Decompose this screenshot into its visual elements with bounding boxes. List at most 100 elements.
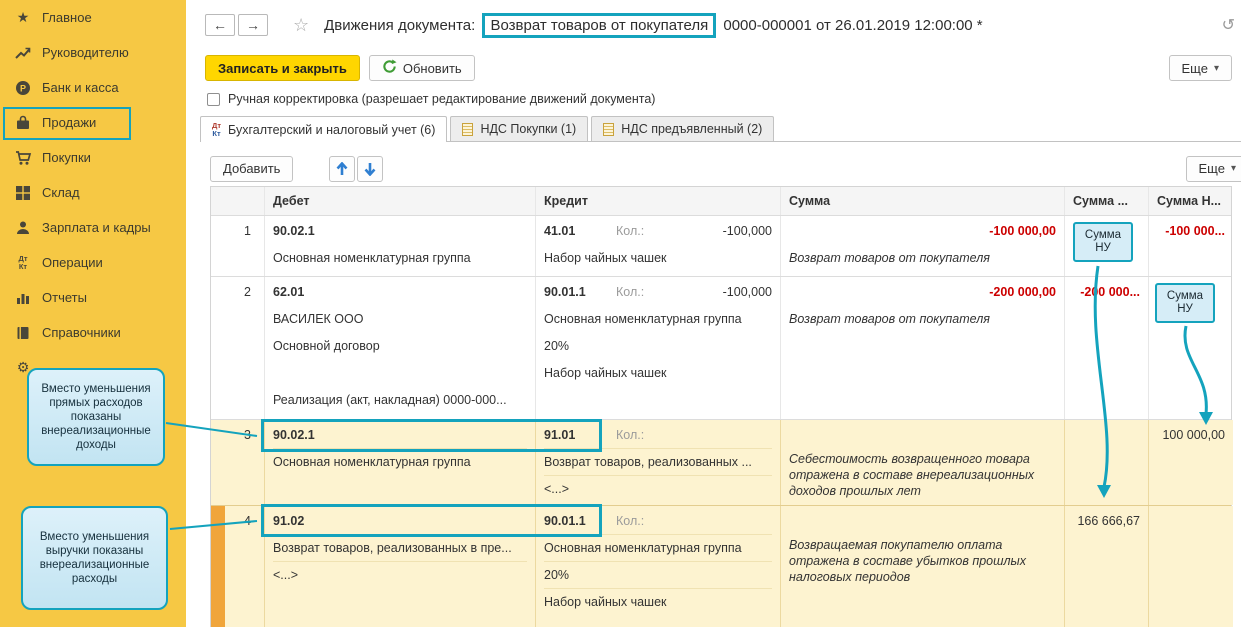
kredit-analytics: Основная номенклатурная группа [544,312,742,326]
tab-label: НДС Покупки (1) [480,122,577,136]
sidebar-item-purchases[interactable]: Покупки [0,140,186,175]
summa-nu-value: 100 000,00 [1162,428,1225,442]
quantity-label: Кол.: [616,285,645,299]
table-toolbar: Добавить Еще ▾ [200,142,1241,186]
header-summa-dt[interactable]: Сумма ... [1065,187,1149,215]
cell-summa: -100 000,00 Возврат товаров от покупател… [781,216,1065,276]
cell-summa: Возвращаемая покупателю оплата отражена … [781,506,1065,627]
table-row[interactable]: 4 91.02 Возврат товаров, реализованных в… [211,506,1233,627]
more-button[interactable]: Еще ▾ [1168,55,1232,81]
move-down-button[interactable] [357,155,384,182]
summa-dt-value: -200 000... [1080,285,1140,299]
table-row[interactable]: 2 62.01 ВАСИЛЕК ООО Основной договор Реа… [211,277,1231,420]
save-close-button[interactable]: Записать и закрыть [205,55,360,81]
main-content: ← → ☆ Движения документа: Возврат товаро… [200,0,1241,627]
cell-summa: Себестоимость возвращенного товара отраж… [781,420,1065,505]
debet-account: 90.02.1 [273,422,527,449]
row-number: 1 [244,224,251,238]
warehouse-grid-icon [13,184,33,202]
sidebar-item-operations[interactable]: Дт Кт Операции [0,245,186,280]
summa-value: -100 000,00 [989,224,1056,238]
refresh-button[interactable]: Обновить [368,55,475,81]
callout-bottom: Вместо уменьшения выручки показаны внере… [21,506,168,610]
kredit-account: 41.01 [544,224,576,238]
summa-dt-value: 166 666,67 [1077,514,1140,528]
bar-chart-icon [13,289,33,307]
summa-description: Возврат товаров от покупателя [789,312,990,326]
summa-description: Возвращаемая покупателю оплата отражена … [789,538,1027,584]
sidebar-item-manager[interactable]: Руководителю [0,35,186,70]
tab-nds-presented[interactable]: НДС предъявленный (2) [591,116,775,141]
manual-correction-label: Ручная корректировка (разрешает редактир… [228,92,656,106]
cell-debet: 90.02.1 Основная номенклатурная группа [265,420,536,505]
chevron-down-icon: ▾ [1213,62,1219,74]
row-number: 4 [244,514,251,528]
table-row[interactable]: 3 90.02.1 Основная номенклатурная группа… [211,420,1233,506]
sales-bag-icon [13,114,33,132]
manual-correction-checkbox[interactable] [207,92,220,106]
summa-nu-value: -100 000... [1165,224,1225,238]
svg-text:Р: Р [20,83,26,93]
cell-summa-dt: 166 666,67 [1065,506,1149,627]
more-label: Еще [1181,60,1208,76]
debet-account: 91.02 [273,508,527,535]
document-icon [462,122,474,136]
manual-correction-row: Ручная корректировка (разрешает редактир… [207,92,655,106]
move-up-button[interactable] [329,155,356,182]
header-num [211,187,265,215]
header-summa-nu[interactable]: Сумма Н... [1149,187,1233,215]
chevron-down-icon: ▾ [1230,163,1236,174]
summa-nu-badge: Сумма НУ [1155,283,1215,323]
form-header: ← → ☆ Движения документа: Возврат товаро… [200,0,1241,42]
kredit-analytics: Набор чайных чашек [544,251,667,265]
debet-analytics: Возврат товаров, реализованных в пре... [273,535,527,562]
header-summa[interactable]: Сумма [781,187,1065,215]
header-kredit[interactable]: Кредит [536,187,781,215]
add-row-button[interactable]: Добавить [210,155,294,182]
tab-nds-purchases[interactable]: НДС Покупки (1) [450,116,589,141]
tab-accounting-tax[interactable]: Дт Кт Бухгалтерский и налоговый учет (6) [200,116,448,142]
table-header-row: Дебет Кредит Сумма Сумма ... Сумма Н... [211,187,1231,216]
cart-icon [13,149,33,167]
back-button[interactable]: ← [205,14,235,36]
header-debet[interactable]: Дебет [265,187,536,215]
tab-label: НДС предъявленный (2) [621,122,763,136]
book-icon [13,324,33,342]
debet-account: 62.01 [273,285,305,299]
kredit-account: 91.01 [544,428,576,442]
tab-bar: Дт Кт Бухгалтерский и налоговый учет (6) … [200,116,1232,142]
quantity-label: Кол.: [616,514,645,528]
sidebar-item-reports[interactable]: Отчеты [0,280,186,315]
cell-summa-nu: 100 000,00 [1149,420,1233,505]
debet-analytics: Основная номенклатурная группа [273,455,471,469]
favorite-star-icon[interactable]: ☆ [293,16,309,34]
kredit-account: 90.01.1 [544,285,586,299]
cell-summa-dt: -200 000... [1065,277,1149,419]
debet-account: 90.02.1 [273,224,315,238]
kredit-analytics: Основная номенклатурная группа [544,535,772,562]
app-window: ★ Главное Руководителю Р Банк и касса Пр… [0,0,1241,627]
sidebar-item-main[interactable]: ★ Главное [0,0,186,35]
more-label: Еще [1198,161,1225,176]
sidebar-item-label: Склад [42,185,80,200]
cell-summa-nu [1149,506,1233,627]
debet-analytics: Основная номенклатурная группа [273,251,471,265]
movements-panel: Добавить Еще ▾ Дебет Кредит Сумма Сумма … [200,141,1241,627]
sidebar-item-label: Справочники [42,325,121,340]
sidebar-item-directories[interactable]: Справочники [0,315,186,350]
toolbar-more-button[interactable]: Еще ▾ [1185,155,1241,182]
get-link-icon[interactable]: ↺ [1222,15,1235,35]
quantity-label: Кол.: [616,224,645,238]
cell-summa: -200 000,00 Возврат товаров от покупател… [781,277,1065,419]
sidebar-item-bank-cash[interactable]: Р Банк и касса [0,70,186,105]
kredit-account: 90.01.1 [544,514,586,528]
forward-button[interactable]: → [238,14,268,36]
sidebar-item-sales[interactable]: Продажи [0,105,186,140]
sidebar-item-label: Операции [42,255,103,270]
sidebar-item-warehouse[interactable]: Склад [0,175,186,210]
summa-description: Себестоимость возвращенного товара отраж… [789,452,1035,498]
kredit-analytics: <...> [544,482,570,496]
kredit-analytics: Набор чайных чашек [544,595,667,609]
sidebar-item-salary-hr[interactable]: Зарплата и кадры [0,210,186,245]
cell-kredit: 41.01 Кол.: -100,000 Набор чайных чашек [536,216,781,276]
